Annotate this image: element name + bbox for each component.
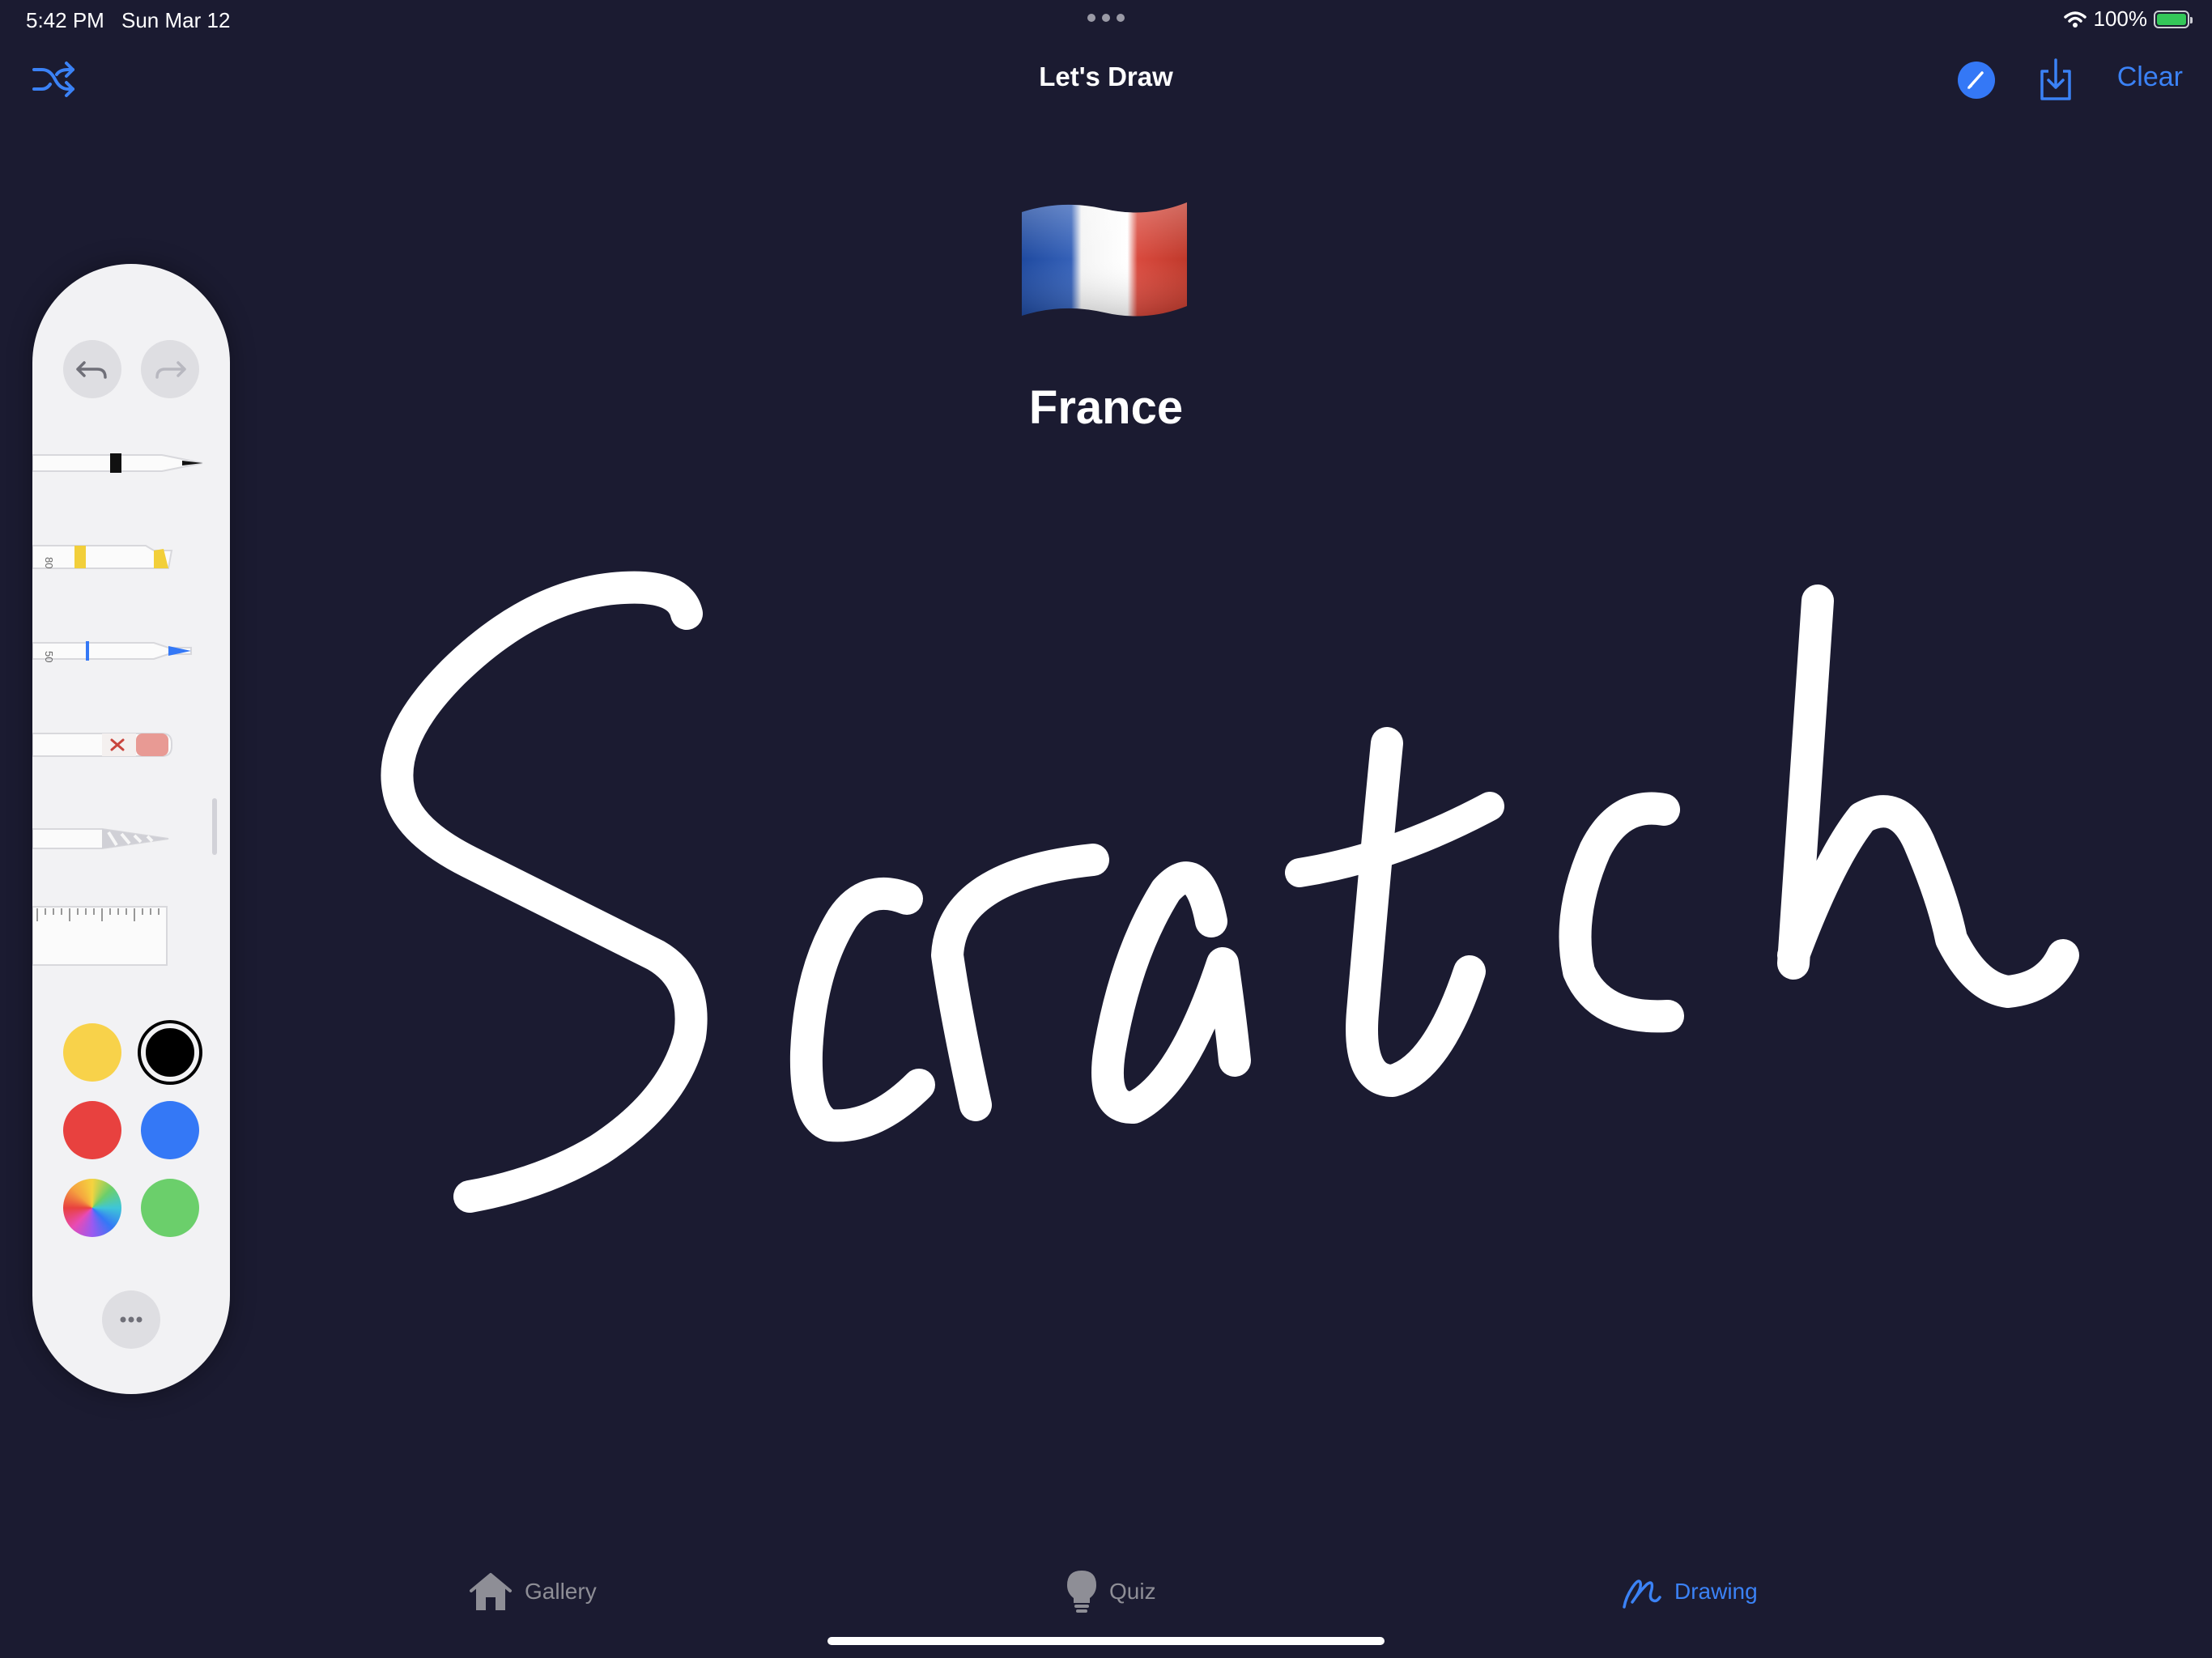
france-flag-icon <box>1022 202 1187 317</box>
ruler-tool[interactable] <box>32 903 214 968</box>
tab-gallery-label: Gallery <box>525 1579 597 1604</box>
stroke-letter-t-cross <box>1285 792 1504 887</box>
stroke-letter-h <box>1777 585 2079 1008</box>
share-icon[interactable] <box>2037 57 2074 102</box>
color-swatch-black[interactable] <box>141 1023 199 1082</box>
redo-button[interactable] <box>141 340 199 398</box>
battery-percent: 100% <box>2093 6 2148 31</box>
pencil-opacity-label: 50 <box>43 651 55 662</box>
battery-icon <box>2154 10 2193 28</box>
eraser-tool[interactable] <box>32 721 214 769</box>
country-name: France <box>1028 381 1184 434</box>
wifi-icon <box>2063 11 2087 28</box>
status-date: Sun Mar 12 <box>121 8 231 32</box>
status-time: 5:42 PM <box>26 8 104 32</box>
drawing-screen: 5:42 PM Sun Mar 12 100% Let's Draw Clear… <box>0 0 2212 1658</box>
scribble-icon <box>1623 1579 1661 1609</box>
house-icon <box>470 1573 512 1610</box>
pen-tool[interactable] <box>32 439 214 487</box>
status-indicators: 100% <box>2063 6 2193 32</box>
status-bar: 5:42 PM Sun Mar 12 100% <box>0 0 2212 39</box>
color-picker-multicolor[interactable] <box>63 1179 121 1237</box>
tab-gallery[interactable]: Gallery <box>468 1569 597 1614</box>
ellipsis-icon <box>120 1316 143 1323</box>
stroke-letter-c2 <box>1559 792 1684 1033</box>
color-swatch-blue[interactable] <box>141 1101 199 1159</box>
stroke-letter-c <box>789 877 935 1142</box>
tab-quiz-label: Quiz <box>1109 1579 1156 1604</box>
undo-icon <box>76 361 107 379</box>
redo-icon <box>155 361 186 379</box>
stroke-letter-r <box>931 844 1109 1121</box>
tool-palette: 80 50 <box>32 264 230 1394</box>
stroke-letter-a <box>1091 861 1251 1124</box>
lasso-tool[interactable] <box>32 814 214 863</box>
stroke-letter-s <box>381 571 708 1213</box>
undo-button[interactable] <box>63 340 121 398</box>
home-indicator[interactable] <box>827 1637 1385 1645</box>
tab-drawing[interactable]: Drawing <box>1621 1569 1758 1614</box>
highlighter-opacity-label: 80 <box>43 557 55 568</box>
tab-drawing-label: Drawing <box>1674 1579 1758 1604</box>
color-swatch-red[interactable] <box>63 1101 121 1159</box>
color-swatch-yellow[interactable] <box>63 1023 121 1082</box>
pencil-tool[interactable]: 50 <box>32 627 214 675</box>
color-swatch-green[interactable] <box>141 1179 199 1237</box>
palette-scroll-indicator[interactable] <box>212 798 217 855</box>
tab-quiz[interactable]: Quiz <box>1066 1569 1156 1614</box>
highlighter-tool[interactable]: 80 <box>32 533 214 581</box>
lightbulb-icon <box>1067 1571 1096 1613</box>
multitasking-dots-icon[interactable] <box>1085 10 1127 26</box>
clear-button[interactable]: Clear <box>2117 62 2183 93</box>
more-options-button[interactable] <box>102 1290 160 1349</box>
pencil-tip-icon <box>1967 71 1984 89</box>
stroke-letter-t <box>1346 727 1486 1097</box>
markup-button[interactable] <box>1958 62 1995 99</box>
page-title: Let's Draw <box>1039 62 1173 91</box>
